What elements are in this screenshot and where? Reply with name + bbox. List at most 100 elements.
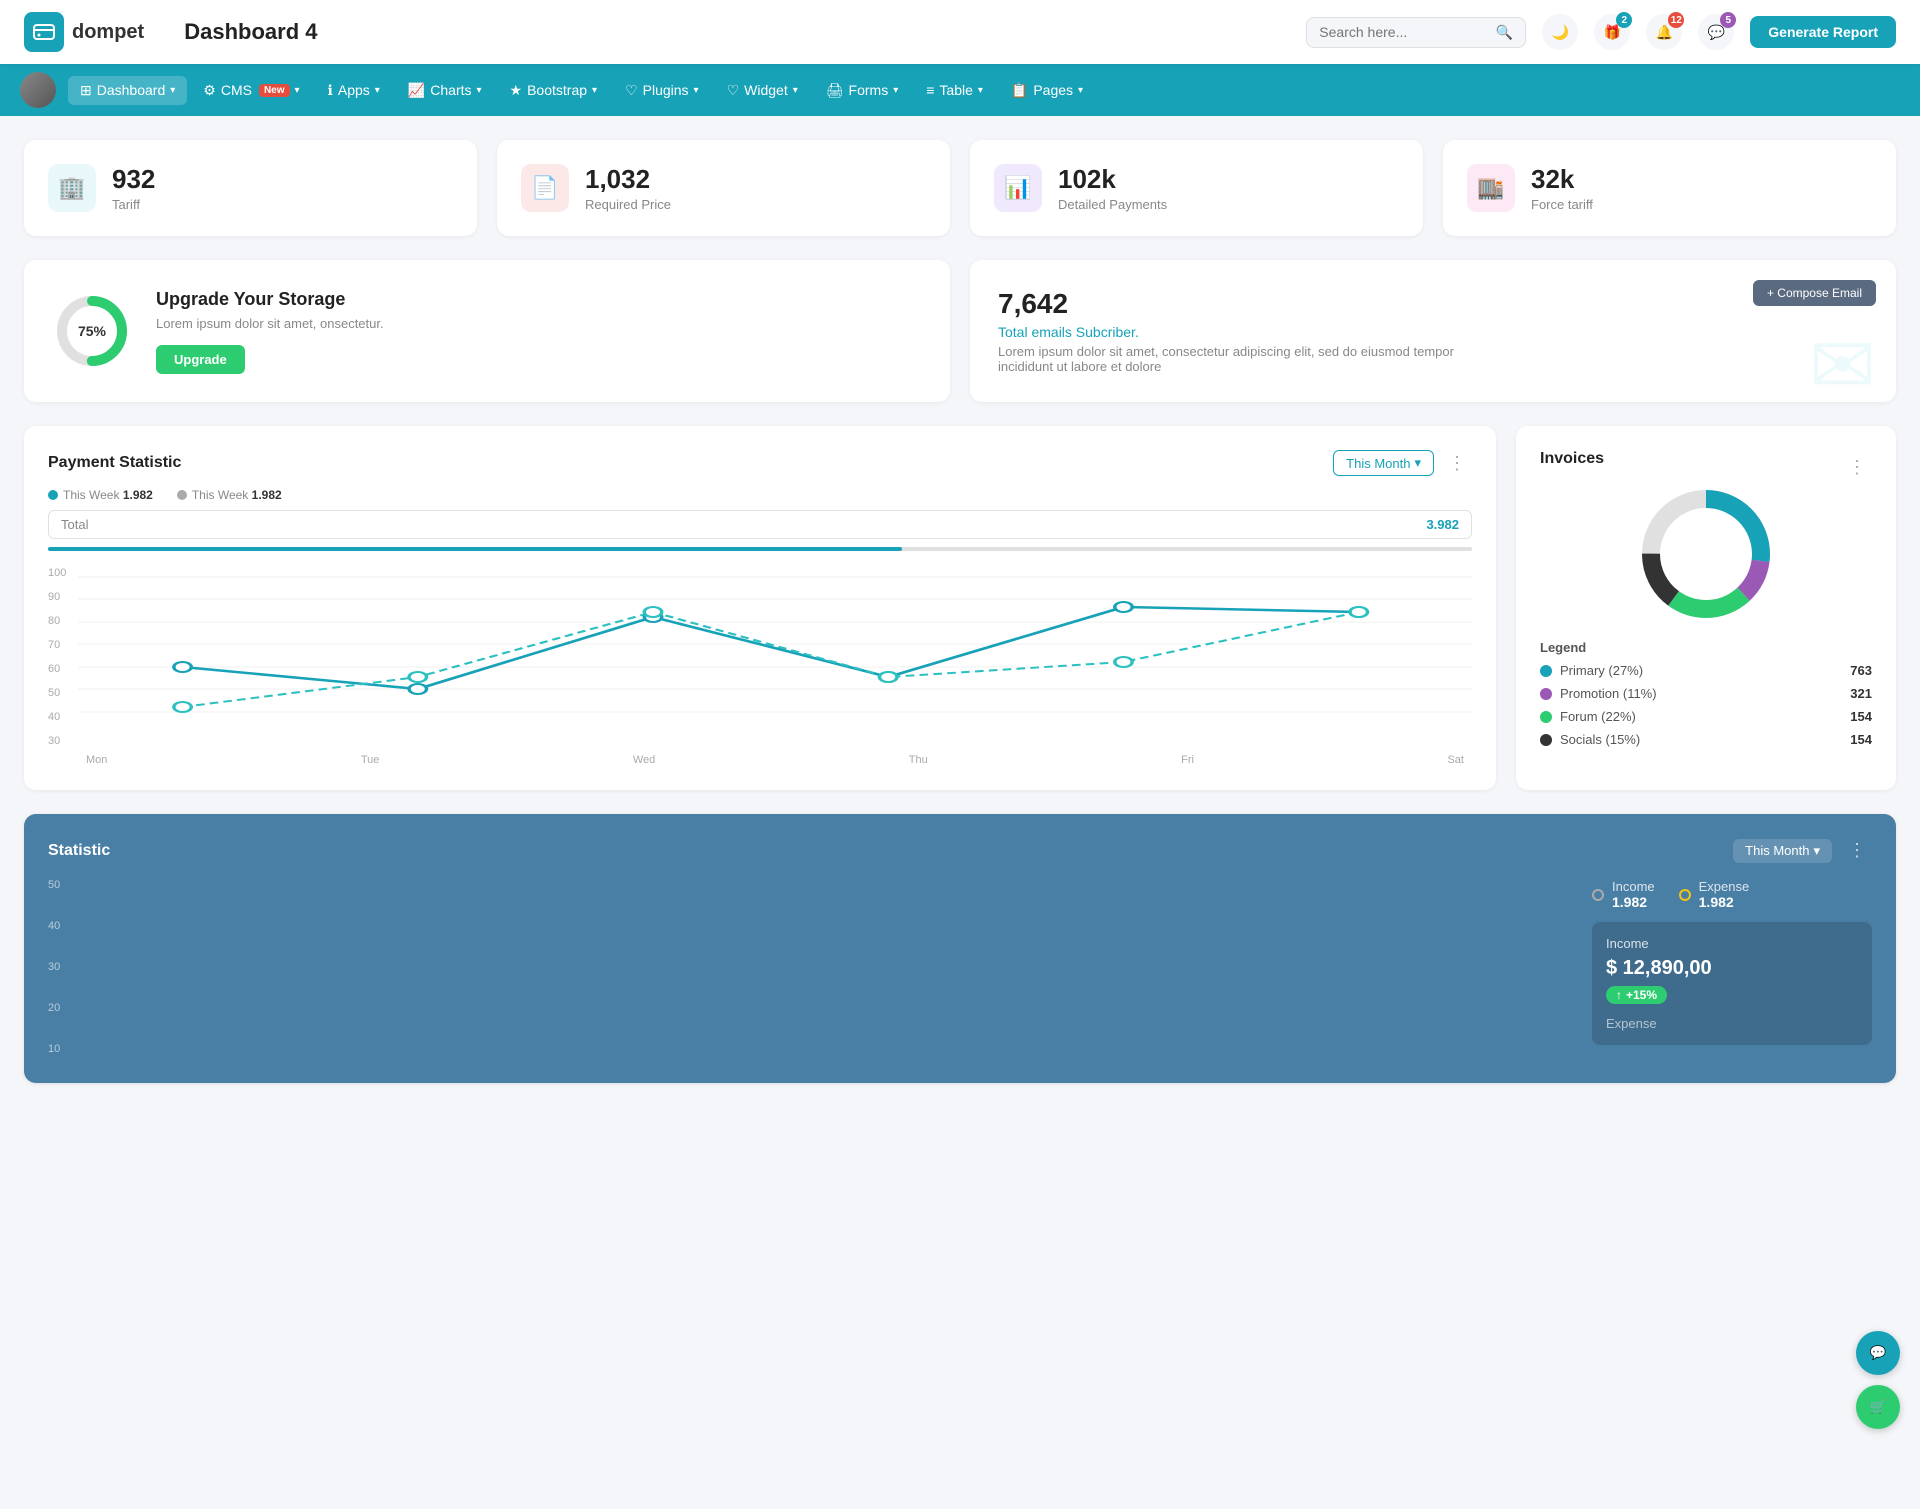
progress-fill (48, 547, 902, 551)
sidebar-item-charts[interactable]: 📈 Charts ▾ (396, 76, 494, 105)
legend-row: This Week 1.982 This Week 1.982 (48, 488, 1472, 502)
logo[interactable]: dompet (24, 12, 144, 52)
gift-icon-btn[interactable]: 🎁 2 (1594, 14, 1630, 50)
cms-badge: New (259, 84, 290, 97)
nav-label-cms: CMS (221, 82, 252, 98)
upgrade-button[interactable]: Upgrade (156, 345, 245, 374)
chart-total-label: Total (61, 517, 88, 532)
statistic-menu-dots[interactable]: ⋮ (1842, 838, 1872, 863)
page-title: Dashboard 4 (184, 19, 1306, 45)
stat-card-tariff: 🏢 932 Tariff (24, 140, 477, 236)
nav-label-forms: Forms (849, 82, 889, 98)
sidebar-item-cms[interactable]: ⚙ CMS New ▾ (191, 76, 311, 105)
plugins-icon: ♡ (625, 82, 638, 99)
dashboard-icon: ⊞ (80, 82, 92, 99)
legend-list-value-0: 763 (1850, 663, 1872, 678)
y-label-80: 80 (48, 615, 66, 627)
nav-label-apps: Apps (338, 82, 370, 98)
statistic-controls: This Month ▾ ⋮ (1733, 838, 1872, 863)
search-box[interactable]: 🔍 (1306, 17, 1526, 48)
payment-card: Payment Statistic This Month ▾ ⋮ This We… (24, 426, 1496, 790)
legend-value-0: 1.982 (123, 488, 153, 502)
legend-list-label-1: Promotion (11%) (1540, 686, 1657, 701)
statistic-card: Statistic This Month ▾ ⋮ 50 40 30 20 (24, 814, 1896, 1083)
x-label-fri: Fri (1181, 754, 1194, 766)
income-badge-text: +15% (1626, 988, 1657, 1002)
stat-card-required-price: 📄 1,032 Required Price (497, 140, 950, 236)
income-circle (1592, 889, 1604, 901)
required-price-icon: 📄 (521, 164, 569, 212)
search-icon: 🔍 (1496, 24, 1513, 41)
expense-info: Expense 1.982 (1699, 879, 1750, 910)
chat-icon-btn[interactable]: 💬 5 (1698, 14, 1734, 50)
bar-chart-area: 50 40 30 20 10 (48, 879, 1572, 1059)
legend-list-value-3: 154 (1850, 732, 1872, 747)
header-right: 🔍 🌙 🎁 2 🔔 12 💬 5 Generate Report (1306, 14, 1896, 50)
apps-icon: ℹ (328, 82, 333, 99)
legend-list-item-2: Forum (22%) 154 (1540, 709, 1872, 724)
sidebar-item-bootstrap[interactable]: ★ Bootstrap ▾ (498, 76, 610, 105)
legend-color-0 (1540, 665, 1552, 677)
storage-description: Lorem ipsum dolor sit amet, onsectetur. (156, 316, 384, 331)
force-tariff-label: Force tariff (1531, 197, 1593, 212)
bar-groups (68, 879, 1572, 1059)
invoices-menu-dots[interactable]: ⋮ (1842, 455, 1872, 480)
required-price-label: Required Price (585, 197, 671, 212)
email-bg-icon: ✉ (1809, 319, 1876, 402)
widget-arrow: ▾ (793, 85, 798, 96)
income-detail-amount: $ 12,890,00 (1606, 957, 1858, 980)
sidebar-item-widget[interactable]: ♡ Widget ▾ (715, 76, 810, 105)
nav-avatar (20, 72, 56, 108)
income-detail-label: Income (1606, 936, 1858, 951)
search-input[interactable] (1319, 24, 1488, 40)
statistic-title: Statistic (48, 842, 110, 860)
payment-menu-dots[interactable]: ⋮ (1442, 451, 1472, 476)
bell-icon-btn[interactable]: 🔔 12 (1646, 14, 1682, 50)
float-buttons: 💬 🛒 (1856, 1331, 1900, 1429)
tariff-label: Tariff (112, 197, 155, 212)
payment-filter-button[interactable]: This Month ▾ (1333, 450, 1434, 476)
expense-item: Expense 1.982 (1679, 879, 1750, 910)
sidebar-item-dashboard[interactable]: ⊞ Dashboard ▾ (68, 76, 187, 105)
x-label-tue: Tue (361, 754, 380, 766)
bar-chart-with-yaxis: 50 40 30 20 10 (48, 879, 1572, 1059)
sidebar-item-plugins[interactable]: ♡ Plugins ▾ (613, 76, 711, 105)
legend-list-label-0: Primary (27%) (1540, 663, 1643, 678)
sidebar-item-apps[interactable]: ℹ Apps ▾ (316, 76, 392, 105)
cart-float-button[interactable]: 🛒 (1856, 1385, 1900, 1429)
invoices-title: Invoices (1540, 450, 1604, 468)
sidebar-item-table[interactable]: ≡ Table ▾ (914, 76, 995, 104)
income-badge: ↑ +15% (1606, 986, 1667, 1004)
nav-label-bootstrap: Bootstrap (527, 82, 587, 98)
expense-label: Expense (1699, 879, 1750, 894)
x-axis-labels: Mon Tue Wed Thu Fri Sat (78, 754, 1472, 766)
bootstrap-icon: ★ (510, 82, 523, 99)
bootstrap-arrow: ▾ (592, 85, 597, 96)
income-value: 1.982 (1612, 894, 1655, 910)
income-panel: Income 1.982 Expense 1.982 Income $ (1592, 879, 1872, 1059)
required-price-value: 1,032 (585, 164, 671, 195)
legend-label-1: This Week (192, 488, 248, 502)
storage-donut: 75% (52, 291, 132, 371)
generate-report-button[interactable]: Generate Report (1750, 16, 1896, 48)
legend-list-label-3: Socials (15%) (1540, 732, 1640, 747)
nav-label-dashboard: Dashboard (97, 82, 166, 98)
y-axis-labels: 100 90 80 70 60 50 40 30 (48, 567, 66, 747)
nav-label-pages: Pages (1033, 82, 1073, 98)
email-card: + Compose Email 7,642 Total emails Subcr… (970, 260, 1896, 402)
dark-mode-toggle[interactable]: 🌙 (1542, 14, 1578, 50)
compose-email-button[interactable]: + Compose Email (1753, 280, 1876, 306)
storage-title: Upgrade Your Storage (156, 289, 384, 310)
support-float-button[interactable]: 💬 (1856, 1331, 1900, 1375)
sidebar-item-pages[interactable]: 📋 Pages ▾ (999, 76, 1095, 105)
chat-badge: 5 (1720, 12, 1736, 28)
bar-y-10: 10 (48, 1043, 60, 1055)
table-icon: ≡ (926, 82, 934, 98)
statistic-filter-button[interactable]: This Month ▾ (1733, 839, 1832, 863)
bar-y-40: 40 (48, 920, 60, 932)
email-count: 7,642 (998, 288, 1868, 320)
sidebar-item-forms[interactable]: 🖨 Forms ▾ (814, 76, 910, 105)
filter-arrow: ▾ (1414, 455, 1421, 471)
legend-color-2 (1540, 711, 1552, 723)
cms-arrow: ▾ (295, 85, 300, 96)
